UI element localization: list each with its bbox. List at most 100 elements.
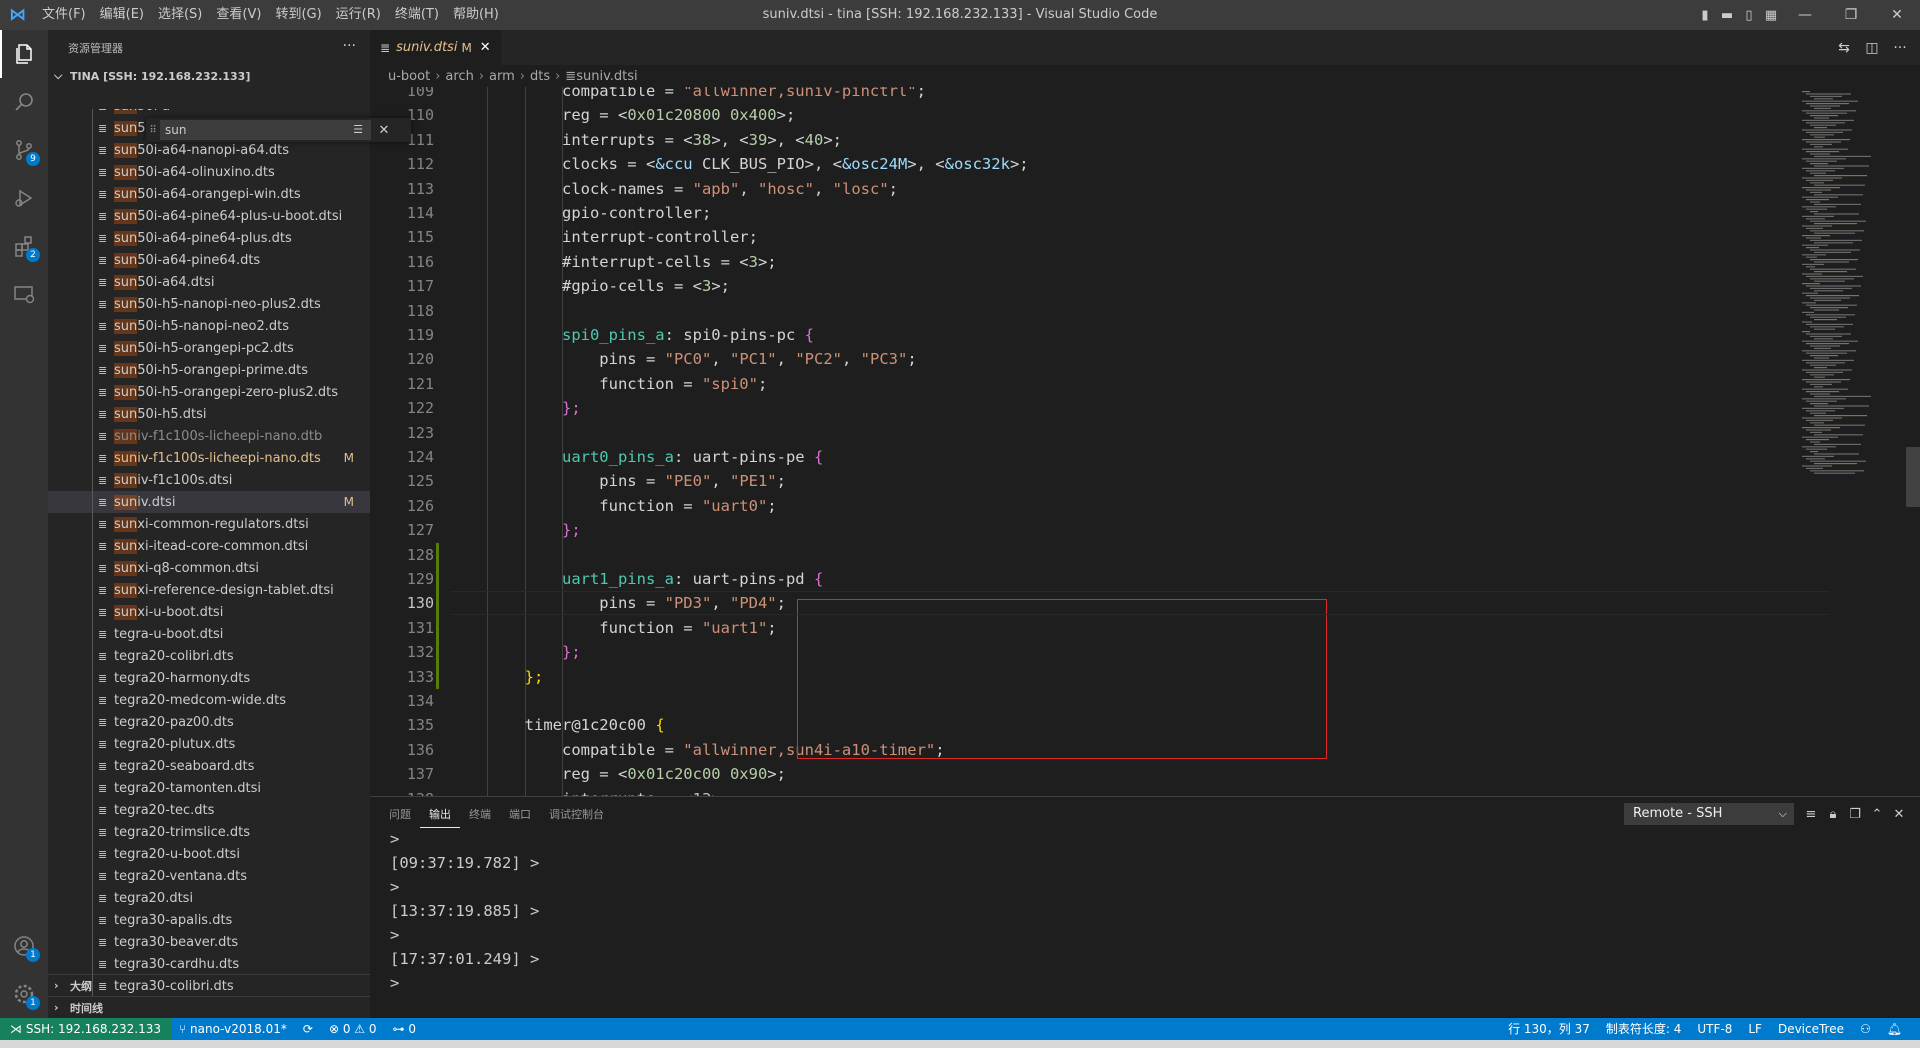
cursor-position[interactable]: 行 130，列 37 (1500, 1018, 1598, 1040)
more-actions-icon[interactable]: ··· (343, 38, 356, 54)
code-view[interactable]: 109 110 111 112 113 114 115 116 117 118 119 120 121 1… (370, 87, 1920, 796)
file-item[interactable]: ≣ sun50i-h5-nanopi-neo2.dts (48, 315, 370, 337)
file-item[interactable]: ≣ suniv.dtsi M (48, 491, 370, 513)
file-item[interactable]: ≣ tegra20-harmony.dts (48, 667, 370, 689)
restore-button[interactable]: ❐ (1828, 0, 1874, 30)
breadcrumb-item[interactable]: arm (489, 69, 515, 84)
remote-indicator[interactable]: ⋊ SSH: 192.168.232.133 (0, 1018, 172, 1040)
branch-item[interactable]: ⑂ nano-v2018.01* (171, 1018, 295, 1040)
file-item[interactable]: ≣ suniv-f1c100s-licheepi-nano.dtb (48, 425, 370, 447)
menu-item[interactable]: 选择(S) (151, 0, 209, 30)
encoding[interactable]: UTF-8 (1689, 1018, 1740, 1040)
file-item[interactable]: ≣ tegra-u-boot.dtsi (48, 623, 370, 645)
tab-size[interactable]: 制表符长度: 4 (1598, 1018, 1690, 1040)
file-item[interactable]: ≣ tegra30-beaver.dts (48, 931, 370, 953)
file-item[interactable]: ≣ sunxi-common-regulators.dtsi (48, 513, 370, 535)
timeline-section[interactable]: › 时间线 (48, 996, 370, 1018)
ports-item[interactable]: ⊶ 0 (385, 1018, 424, 1040)
toggle-panel-icon[interactable]: ▬ (1716, 0, 1738, 30)
menu-item[interactable]: 运行(R) (329, 0, 388, 30)
menu-item[interactable]: 转到(G) (268, 0, 328, 30)
problems-item[interactable]: ⊗ 0 ⚠ 0 (321, 1018, 385, 1040)
source-control-icon[interactable]: 9 (0, 126, 48, 174)
file-item[interactable]: ≣ sun50i-h5-orangepi-prime.dts (48, 359, 370, 381)
file-item[interactable]: ≣ sun50i-h5-nanopi-neo-plus2.dts (48, 293, 370, 315)
accounts-icon[interactable]: 1 (0, 922, 48, 970)
remote-explorer-icon[interactable] (0, 270, 48, 318)
file-item[interactable]: ≣ sunxi-itead-core-common.dtsi (48, 535, 370, 557)
file-item[interactable]: ≣ tegra20-plutux.dts (48, 733, 370, 755)
filter-icon[interactable]: ☰ (345, 120, 371, 140)
toggle-secondary-sidebar-icon[interactable]: ▯ (1738, 0, 1760, 30)
file-item[interactable]: ≣ tegra20-tec.dts (48, 799, 370, 821)
file-item[interactable]: ≣ tegra20-paz00.dts (48, 711, 370, 733)
file-item[interactable]: ≣ sun50i-a64.dtsi (48, 271, 370, 293)
run-debug-icon[interactable] (0, 174, 48, 222)
open-in-editor-icon[interactable]: ❐ (1844, 807, 1866, 822)
split-editor-icon[interactable]: ◫ (1858, 40, 1886, 56)
line-ending[interactable]: LF (1740, 1018, 1770, 1040)
file-item[interactable]: ≣ tegra20-u-boot.dtsi (48, 843, 370, 865)
file-item[interactable]: ≣ sun50i-h5-orangepi-zero-plus2.dts (48, 381, 370, 403)
breadcrumb-item[interactable]: arch (445, 69, 473, 84)
menu-item[interactable]: 终端(T) (388, 0, 446, 30)
editor-scrollbar[interactable] (1906, 87, 1920, 796)
customize-layout-icon[interactable]: ▦ (1760, 0, 1782, 30)
git-change-marker[interactable] (436, 542, 439, 689)
menu-item[interactable]: 查看(V) (209, 0, 268, 30)
settings-gear-icon[interactable]: 1 (0, 970, 48, 1018)
close-icon[interactable]: ✕ (371, 123, 397, 138)
file-item[interactable]: ≣ sun50i-a64-pine64-plus-u-boot.dtsi (48, 205, 370, 227)
extensions-icon[interactable]: 2 (0, 222, 48, 270)
clear-output-icon[interactable]: ≡ (1800, 807, 1822, 822)
open-changes-icon[interactable]: ⇆ (1830, 40, 1858, 56)
file-item[interactable]: ≣ sun50i-a64-olinuxino.dts (48, 161, 370, 183)
file-item[interactable]: ≣ tegra20-trimslice.dts (48, 821, 370, 843)
tree-find-input[interactable] (160, 120, 345, 140)
breadcrumb-item[interactable]: suniv.dtsi (576, 69, 637, 84)
workspace-header[interactable]: ⌵ TINA [SSH: 192.168.232.133] (48, 65, 370, 87)
close-panel-icon[interactable]: ✕ (1888, 807, 1910, 822)
file-item[interactable]: ≣ tegra30-apalis.dts (48, 909, 370, 931)
file-item[interactable]: ≣ sun50i-a64-orangepi-win.dts (48, 183, 370, 205)
file-item[interactable]: ≣ sun50i-h5-orangepi-pc2.dts (48, 337, 370, 359)
explorer-icon[interactable] (0, 30, 48, 78)
breadcrumb-item[interactable]: u-boot (388, 69, 430, 84)
file-item[interactable]: ≣ tegra20-colibri.dts (48, 645, 370, 667)
file-item[interactable]: ≣ sun50i-h5.dtsi (48, 403, 370, 425)
scrollbar-thumb[interactable] (1906, 447, 1920, 507)
output-log[interactable]: > [09:37:19.782] > > [13:37:19.885] > > [17:3… (390, 827, 1890, 1017)
toggle-sidebar-icon[interactable]: ▮ (1694, 0, 1716, 30)
file-item[interactable]: ≣ suniv-f1c100s-licheepi-nano.dts M (48, 447, 370, 469)
lock-scroll-icon[interactable]: 🔒︎ (1822, 807, 1844, 822)
tab-suniv-dtsi[interactable]: ≣ suniv.dtsi M ✕ (370, 30, 502, 65)
sync-icon[interactable]: ⟳ (295, 1018, 321, 1040)
output-channel-select[interactable]: Remote - SSH ⌵ (1624, 803, 1794, 825)
drag-handle-icon[interactable]: ⠿ (146, 125, 160, 136)
file-item[interactable]: ≣ sun50i-a64-nanopi-a64.dts (48, 139, 370, 161)
close-window-button[interactable]: ✕ (1874, 0, 1920, 30)
file-item[interactable]: ≣ suniv-f1c100s.dtsi (48, 469, 370, 491)
menu-item[interactable]: 编辑(E) (93, 0, 151, 30)
file-item[interactable]: ≣ tegra20-medcom-wide.dts (48, 689, 370, 711)
file-item[interactable]: ≣ tegra20-tamonten.dtsi (48, 777, 370, 799)
close-tab-icon[interactable]: ✕ (480, 40, 491, 55)
notifications-bell-icon[interactable]: 🔔︎ (1879, 1018, 1910, 1040)
file-item[interactable]: ≣ tegra20.dtsi (48, 887, 370, 909)
file-item[interactable]: ≣ tegra30-cardhu.dts (48, 953, 370, 975)
search-icon[interactable] (0, 78, 48, 126)
file-item[interactable]: ≣ sunxi-q8-common.dtsi (48, 557, 370, 579)
feedback-icon[interactable]: ⚇ (1852, 1018, 1879, 1040)
file-item[interactable]: ≣sun50i-a (48, 109, 370, 117)
maximize-panel-icon[interactable]: ⌃ (1866, 807, 1888, 822)
breadcrumb-item[interactable]: dts (530, 69, 550, 84)
outline-section[interactable]: › 大纲 (48, 974, 370, 996)
file-item[interactable]: ≣ tegra20-seaboard.dts (48, 755, 370, 777)
menu-item[interactable]: 帮助(H) (446, 0, 506, 30)
language-mode[interactable]: DeviceTree (1770, 1018, 1852, 1040)
minimize-button[interactable]: — (1782, 0, 1828, 30)
file-item[interactable]: ≣ sun50i-a64-pine64.dts (48, 249, 370, 271)
menu-item[interactable]: 文件(F) (35, 0, 93, 30)
file-item[interactable]: ≣ sunxi-u-boot.dtsi (48, 601, 370, 623)
minimap[interactable] (1796, 87, 1906, 796)
